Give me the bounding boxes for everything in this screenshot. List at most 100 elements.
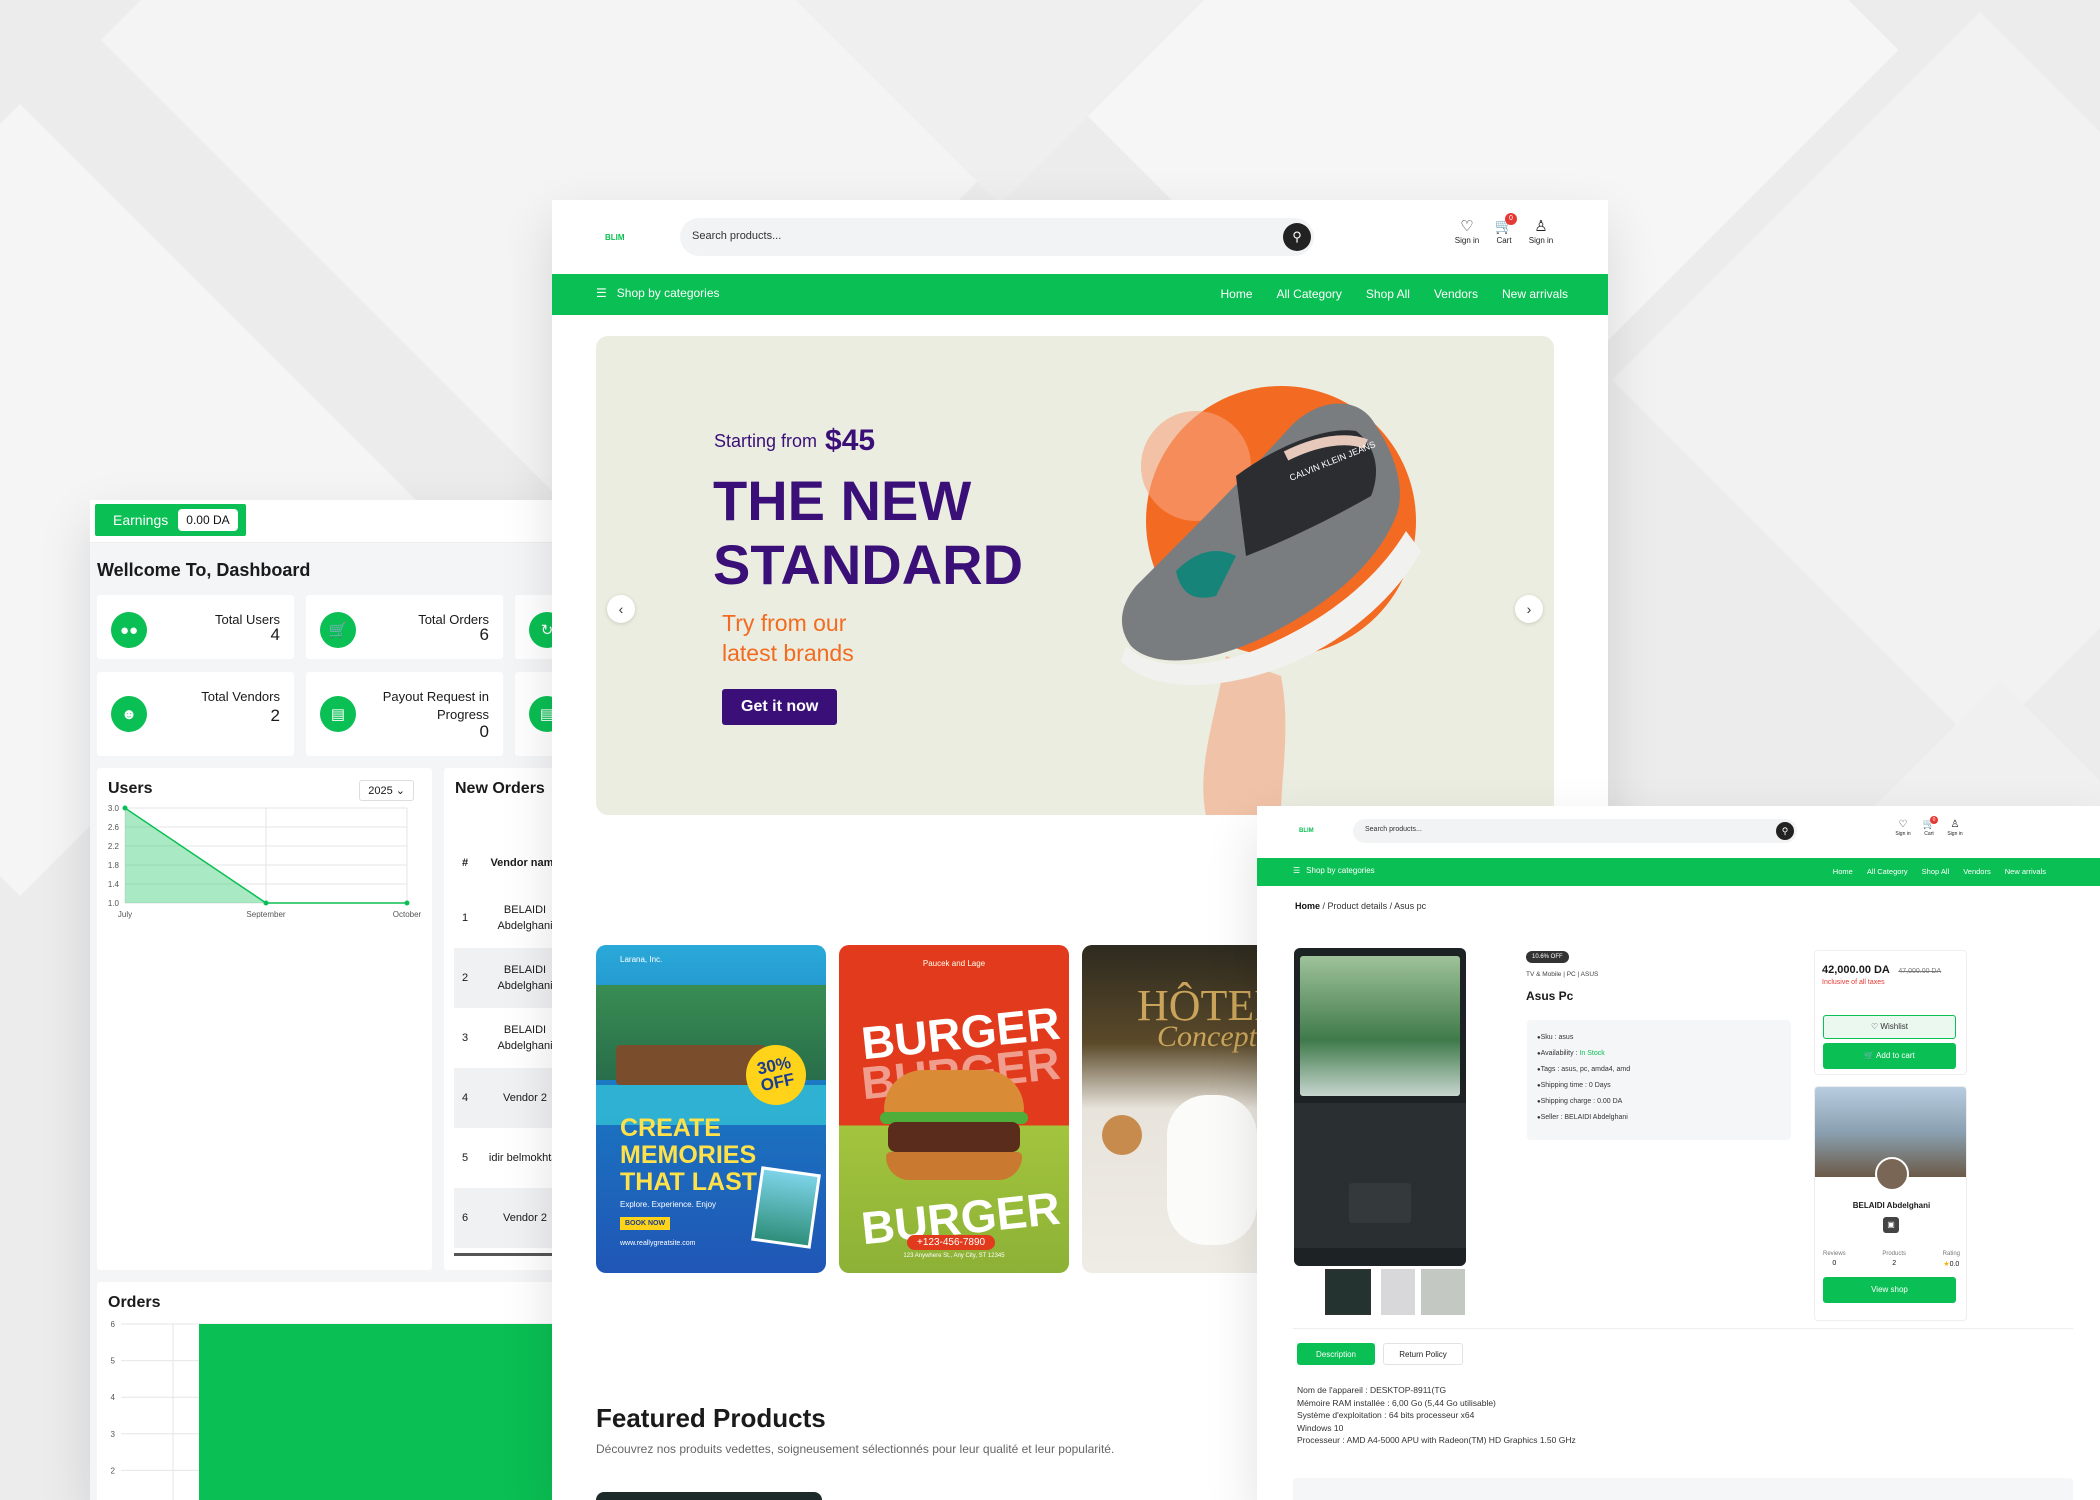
product-thumbnail-active[interactable]: [1325, 1269, 1371, 1315]
seller-stat-value: 2: [1892, 1260, 1897, 1267]
earnings-badge: Earnings 0.00 DA: [95, 504, 246, 536]
breadcrumb-home[interactable]: Home: [1295, 901, 1320, 911]
spec-value: 0 Days: [1588, 1082, 1611, 1089]
account-header-button[interactable]: ♙ Sign in: [1526, 218, 1556, 245]
featured-product-card-top[interactable]: [596, 1492, 822, 1500]
nav-link-vendors[interactable]: Vendors: [1963, 867, 1991, 876]
hero-title: THE NEW STANDARD: [713, 469, 1023, 597]
product-main-image[interactable]: [1294, 948, 1466, 1266]
book-now-button[interactable]: BOOK NOW: [620, 1217, 671, 1230]
shop-by-categories[interactable]: ☰ Shop by categories: [596, 286, 720, 300]
store-logo[interactable]: BLIM: [1299, 828, 1314, 834]
seller-stat-value: 0.0: [1949, 1261, 1960, 1268]
stat-value: 6: [479, 625, 489, 644]
table-row[interactable]: 3 BELAIDI Abdelghani: [454, 1008, 560, 1068]
header-icon-label: Cart: [1496, 236, 1512, 245]
store-logo[interactable]: BLIM: [605, 233, 625, 242]
promo-card-travel[interactable]: Larana, Inc. 30% OFF CREATE MEMORIES THA…: [596, 945, 826, 1273]
discount-badge: 10.6% OFF: [1526, 951, 1569, 963]
orders-table: # Vendor name 1 BELAIDI Abdelghani 2 BEL…: [454, 838, 560, 1248]
cart-header-button[interactable]: 🛒 Cart 0: [1917, 816, 1941, 837]
search-icon[interactable]: ⚲: [1776, 822, 1794, 840]
wishlist-header-button[interactable]: ♡ Sign in: [1452, 218, 1482, 245]
wishlist-button[interactable]: ♡ Wishlist: [1823, 1015, 1956, 1039]
stat-card-payout-request[interactable]: ▤ Payout Request in Progress 0: [306, 672, 503, 756]
table-row[interactable]: 6 Vendor 2: [454, 1188, 560, 1248]
cart-header-button[interactable]: 🛒 Cart 0: [1489, 213, 1519, 245]
cart-badge: 0: [1930, 816, 1938, 824]
hero-cta-button[interactable]: Get it now: [722, 689, 838, 725]
nav-link-new-arrivals[interactable]: New arrivals: [1502, 287, 1568, 301]
product-thumbnail[interactable]: [1381, 1269, 1415, 1315]
table-row[interactable]: 4 Vendor 2: [454, 1068, 560, 1128]
view-shop-button[interactable]: View shop: [1823, 1277, 1956, 1303]
x-tick-label: July: [118, 910, 132, 919]
nav-link-all-category[interactable]: All Category: [1867, 867, 1908, 876]
wishlist-header-button[interactable]: ♡ Sign in: [1891, 819, 1915, 837]
hero-banner: Starting from $45 THE NEW STANDARD Try fr…: [596, 336, 1554, 815]
stat-card-total-users[interactable]: ●● Total Users 4: [97, 595, 294, 659]
description-line: Windows 10: [1297, 1422, 1344, 1433]
promo-headline: CREATE MEMORIES THAT LAST: [620, 1115, 757, 1196]
burger-patty: [888, 1122, 1020, 1152]
hero-sneaker-illustration: CALVIN KLEIN JEANS: [1121, 386, 1421, 815]
seller-stat-rating: Rating ★0.0: [1943, 1251, 1960, 1268]
stat-card-total-orders[interactable]: 🛒 Total Orders 6: [306, 595, 503, 659]
search-icon[interactable]: ⚲: [1283, 223, 1311, 251]
account-header-button[interactable]: ♙ Sign in: [1943, 819, 1967, 837]
heart-icon: ♡: [1871, 1022, 1879, 1031]
spec-availability: Availability : In Stock: [1537, 1046, 1791, 1062]
table-header: # Vendor name: [454, 838, 560, 888]
order-bar: [199, 1324, 560, 1500]
promo-brand: Larana, Inc.: [620, 955, 663, 964]
search-bar[interactable]: Search products... ⚲: [680, 218, 1314, 256]
seller-stat-reviews: Reviews 0: [1823, 1251, 1846, 1268]
seller-stat-value-row: ★0.0: [1943, 1260, 1960, 1268]
hero-next-arrow[interactable]: ›: [1515, 595, 1543, 623]
stat-card-total-vendors[interactable]: ☻ Total Vendors 2: [97, 672, 294, 756]
spec-value: BELAIDI Abdelghani: [1564, 1114, 1628, 1121]
product-description: Nom de l'appareil : DESKTOP-8911(TG Mémo…: [1297, 1384, 1576, 1447]
y-tick-label: 2.2: [108, 842, 120, 851]
main-navbar: ☰ Shop by categories Home All Category S…: [552, 274, 1608, 315]
year-select-value: 2025: [368, 785, 393, 797]
product-thumbnail[interactable]: [1421, 1269, 1465, 1315]
hero-starting-label: Starting from: [714, 431, 818, 451]
hero-subtitle-line: Try from our: [722, 610, 847, 636]
seller-stat-label: Rating: [1942, 1251, 1960, 1257]
table-row[interactable]: 1 BELAIDI Abdelghani: [454, 888, 560, 948]
search-bar[interactable]: Search products... ⚲: [1353, 819, 1797, 843]
photo-card-image: [754, 1169, 818, 1246]
stat-value: 4: [270, 625, 280, 644]
nav-link-home[interactable]: Home: [1833, 867, 1853, 876]
dashboard-title: Wellcome To, Dashboard: [97, 560, 311, 580]
nav-link-shop-all[interactable]: Shop All: [1922, 867, 1950, 876]
hero-title-line: THE NEW: [713, 469, 972, 532]
nav-link-new-arrivals[interactable]: New arrivals: [2005, 867, 2046, 876]
hero-prev-arrow[interactable]: ‹: [607, 595, 635, 623]
breadcrumb-product-details[interactable]: Product details: [1328, 901, 1388, 911]
x-tick-label: September: [246, 910, 285, 919]
add-to-cart-button[interactable]: 🛒 Add to cart: [1823, 1043, 1956, 1069]
nav-link-shop-all[interactable]: Shop All: [1366, 287, 1410, 301]
tab-return-policy[interactable]: Return Policy: [1383, 1343, 1463, 1365]
stat-label: Total Orders: [418, 612, 489, 627]
nav-link-vendors[interactable]: Vendors: [1434, 287, 1478, 301]
new-orders-card: New Orders # Vendor name 1 BELAIDI Abdel…: [444, 768, 560, 1270]
tab-description[interactable]: Description: [1297, 1343, 1375, 1365]
nav-link-home[interactable]: Home: [1221, 287, 1253, 301]
table-row[interactable]: 2 BELAIDI Abdelghani: [454, 948, 560, 1008]
users-chart-title: Users: [108, 780, 153, 797]
hotel-script: Concept: [1157, 1020, 1257, 1053]
heart-icon: ♡: [1898, 819, 1908, 830]
nav-link-all-category[interactable]: All Category: [1277, 287, 1342, 301]
promo-card-burger[interactable]: Paucek and Lage BURGER BURGER BURGER +12…: [839, 945, 1069, 1273]
table-scrollbar[interactable]: [454, 1253, 560, 1256]
spec-label: Shipping time: [1540, 1082, 1584, 1089]
shop-by-categories[interactable]: ☰ Shop by categories: [1293, 866, 1375, 875]
header-vendor: Vendor name: [490, 857, 560, 869]
table-row[interactable]: 5 idir belmokhtar: [454, 1128, 560, 1188]
row-index: 1: [461, 912, 469, 924]
header-icon-label: Sign in: [1947, 831, 1963, 837]
person-shape: [1167, 1095, 1257, 1245]
